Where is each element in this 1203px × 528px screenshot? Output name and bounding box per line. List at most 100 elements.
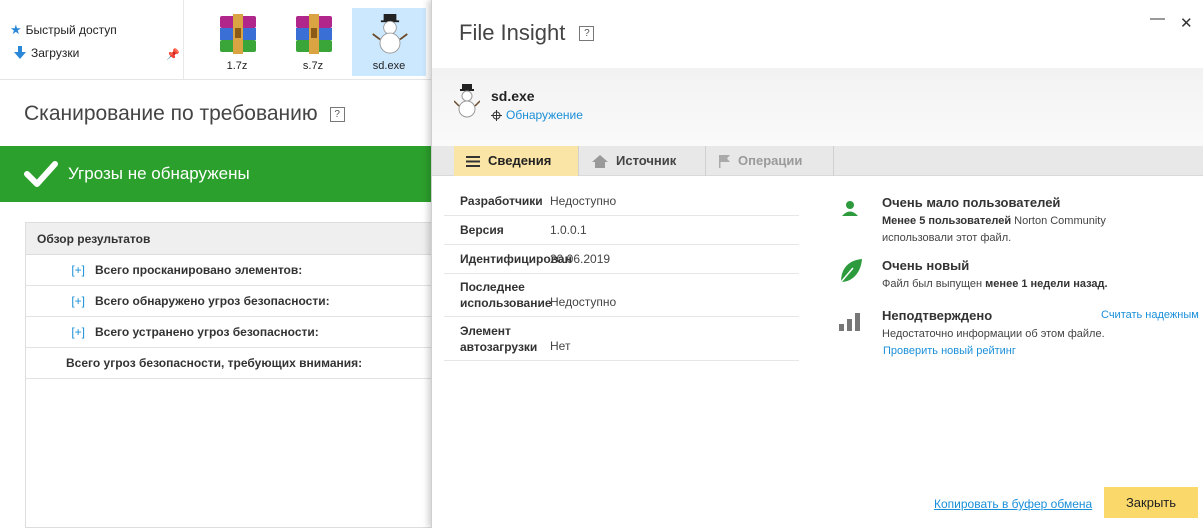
leaf-icon: [840, 259, 862, 283]
dialog-title: File Insight ?: [459, 20, 595, 46]
file-insight-dialog: File Insight ? — ✕ sd.exe Обнаружение Св…: [431, 0, 1203, 528]
nav-divider: [183, 0, 184, 80]
list-icon: [466, 155, 480, 167]
pin-icon[interactable]: 📌: [166, 48, 180, 61]
details-key: Элемент автозагрузки: [460, 323, 538, 354]
mark-trusted-link[interactable]: Считать надежным: [1101, 309, 1199, 321]
snowman-icon: [372, 14, 408, 54]
tab-label: Источник: [616, 153, 677, 168]
scan-title-text: Сканирование по требованию: [24, 102, 318, 125]
trust-text-main: Недостаточно информации об этом файле.: [882, 328, 1105, 340]
signal-bars-icon: [839, 313, 860, 331]
results-table: Обзор результатов [+] Всего просканирова…: [25, 222, 432, 528]
results-row-label: Всего угроз безопасности, требующих вним…: [66, 356, 363, 370]
detection-link[interactable]: Обнаружение: [491, 108, 583, 122]
detection-link-label: Обнаружение: [506, 108, 583, 122]
checkmark-icon: [24, 161, 58, 187]
file-name: 1.7z: [226, 60, 248, 72]
winrar-archive-icon: [296, 14, 332, 54]
users-text: Менее 5 пользователей Norton Community ис…: [882, 213, 1182, 247]
details-value: Нет: [550, 338, 571, 353]
check-rating-link[interactable]: Проверить новый рейтинг: [883, 345, 1016, 357]
details-value: Недоступно: [550, 194, 617, 208]
trust-title: Неподтверждено: [882, 308, 993, 323]
copy-to-clipboard-link[interactable]: Копировать в буфер обмена: [934, 497, 1092, 511]
expand-toggle[interactable]: [+]: [26, 317, 95, 347]
details-key: Последнее использование: [460, 280, 552, 310]
details-value: Недоступно: [550, 295, 617, 309]
reputation-users: Очень мало пользователей Менее 5 пользов…: [839, 195, 1199, 245]
details-value: 20.06.2019: [550, 252, 611, 266]
results-row: [+] Всего обнаружено угроз безопасности:: [26, 286, 432, 317]
help-icon[interactable]: ?: [329, 106, 345, 122]
status-text: Угрозы не обнаружены: [68, 164, 250, 183]
age-text-main: Файл был выпущен: [882, 278, 986, 290]
age-bold: менее 1 недели назад.: [985, 278, 1108, 290]
downloads-item[interactable]: Загрузки: [14, 46, 79, 60]
details-key: Версия: [460, 223, 504, 237]
snowman-icon: [454, 84, 480, 118]
tab-label: Операции: [738, 153, 803, 168]
user-icon: [842, 201, 858, 216]
close-icon[interactable]: ✕: [1180, 14, 1193, 32]
tab-details[interactable]: Сведения: [454, 146, 578, 176]
details-key: Разработчики: [460, 194, 543, 208]
tab-source[interactable]: Источник: [580, 146, 704, 176]
results-row: Всего угроз безопасности, требующих вним…: [26, 348, 432, 379]
explorer-strip: ★ Быстрый доступ Загрузки 📌 1.7z s.7z sd…: [0, 0, 432, 80]
file-name: s.7z: [302, 60, 324, 72]
file-item[interactable]: s.7z: [276, 8, 350, 76]
users-title: Очень мало пользователей: [882, 195, 1061, 210]
results-row: [+] Всего просканировано элементов:: [26, 255, 432, 286]
quick-access-item[interactable]: ★ Быстрый доступ: [10, 22, 117, 38]
home-icon: [592, 154, 608, 168]
close-button[interactable]: Закрыть: [1104, 487, 1198, 518]
quick-access-label: Быстрый доступ: [25, 23, 117, 37]
star-icon: ★: [10, 22, 22, 37]
trust-text: Недостаточно информации об этом файле. Пр…: [882, 326, 1182, 360]
results-row: [+] Всего устранено угроз безопасности:: [26, 317, 432, 348]
minimize-button[interactable]: —: [1150, 10, 1165, 27]
crosshair-icon: [491, 109, 502, 121]
reputation-age: Очень новый Файл был выпущен менее 1 нед…: [839, 258, 1199, 298]
details-key: Идентифицирован: [460, 252, 572, 266]
age-text: Файл был выпущен менее 1 недели назад.: [882, 276, 1182, 293]
details-row: Элемент автозагрузки Нет: [444, 317, 799, 361]
tab-divider: [578, 146, 579, 176]
tab-operations[interactable]: Операции: [707, 146, 833, 176]
downloads-label: Загрузки: [31, 46, 80, 60]
scan-title: Сканирование по требованию ?: [24, 102, 345, 126]
users-rest: Norton Community: [1011, 215, 1106, 227]
results-row-label: Всего устранено угроз безопасности:: [95, 325, 319, 339]
file-name-title: sd.exe: [491, 88, 535, 104]
age-title: Очень новый: [882, 258, 970, 273]
results-row-label: Всего обнаружено угроз безопасности:: [95, 294, 330, 308]
file-item-selected[interactable]: sd.exe: [352, 8, 426, 76]
details-row: Идентифицирован 20.06.2019: [444, 245, 799, 274]
scan-panel: Сканирование по требованию ? Угрозы не о…: [0, 80, 432, 528]
status-banner: Угрозы не обнаружены: [0, 146, 432, 202]
details-row: Разработчики Недоступно: [444, 186, 799, 216]
download-arrow-icon: [14, 46, 26, 59]
users-rest: использовали этот файл.: [882, 232, 1012, 244]
expand-toggle[interactable]: [+]: [26, 286, 95, 316]
results-header: Обзор результатов: [26, 223, 432, 255]
tab-divider: [705, 146, 706, 176]
details-table: Разработчики Недоступно Версия 1.0.0.1 И…: [444, 186, 799, 361]
tab-bar: Сведения Источник Операции: [432, 146, 1203, 176]
file-name: sd.exe: [372, 60, 406, 72]
winrar-archive-icon: [220, 14, 256, 54]
results-row-label: Всего просканировано элементов:: [95, 263, 303, 277]
dialog-title-text: File Insight: [459, 20, 566, 45]
flag-icon: [719, 154, 730, 168]
details-value: 1.0.0.1: [550, 223, 587, 237]
file-header: sd.exe Обнаружение: [432, 68, 1203, 146]
reputation-trust: Неподтверждено Считать надежным Недостат…: [839, 308, 1199, 360]
help-icon[interactable]: ?: [579, 25, 595, 41]
users-bold: Менее 5 пользователей: [882, 215, 1012, 227]
tab-label: Сведения: [488, 153, 552, 168]
file-item[interactable]: 1.7z: [200, 8, 274, 76]
expand-toggle[interactable]: [+]: [26, 255, 95, 285]
details-row: Версия 1.0.0.1: [444, 216, 799, 245]
details-row: Последнее использование Недоступно: [444, 274, 799, 317]
